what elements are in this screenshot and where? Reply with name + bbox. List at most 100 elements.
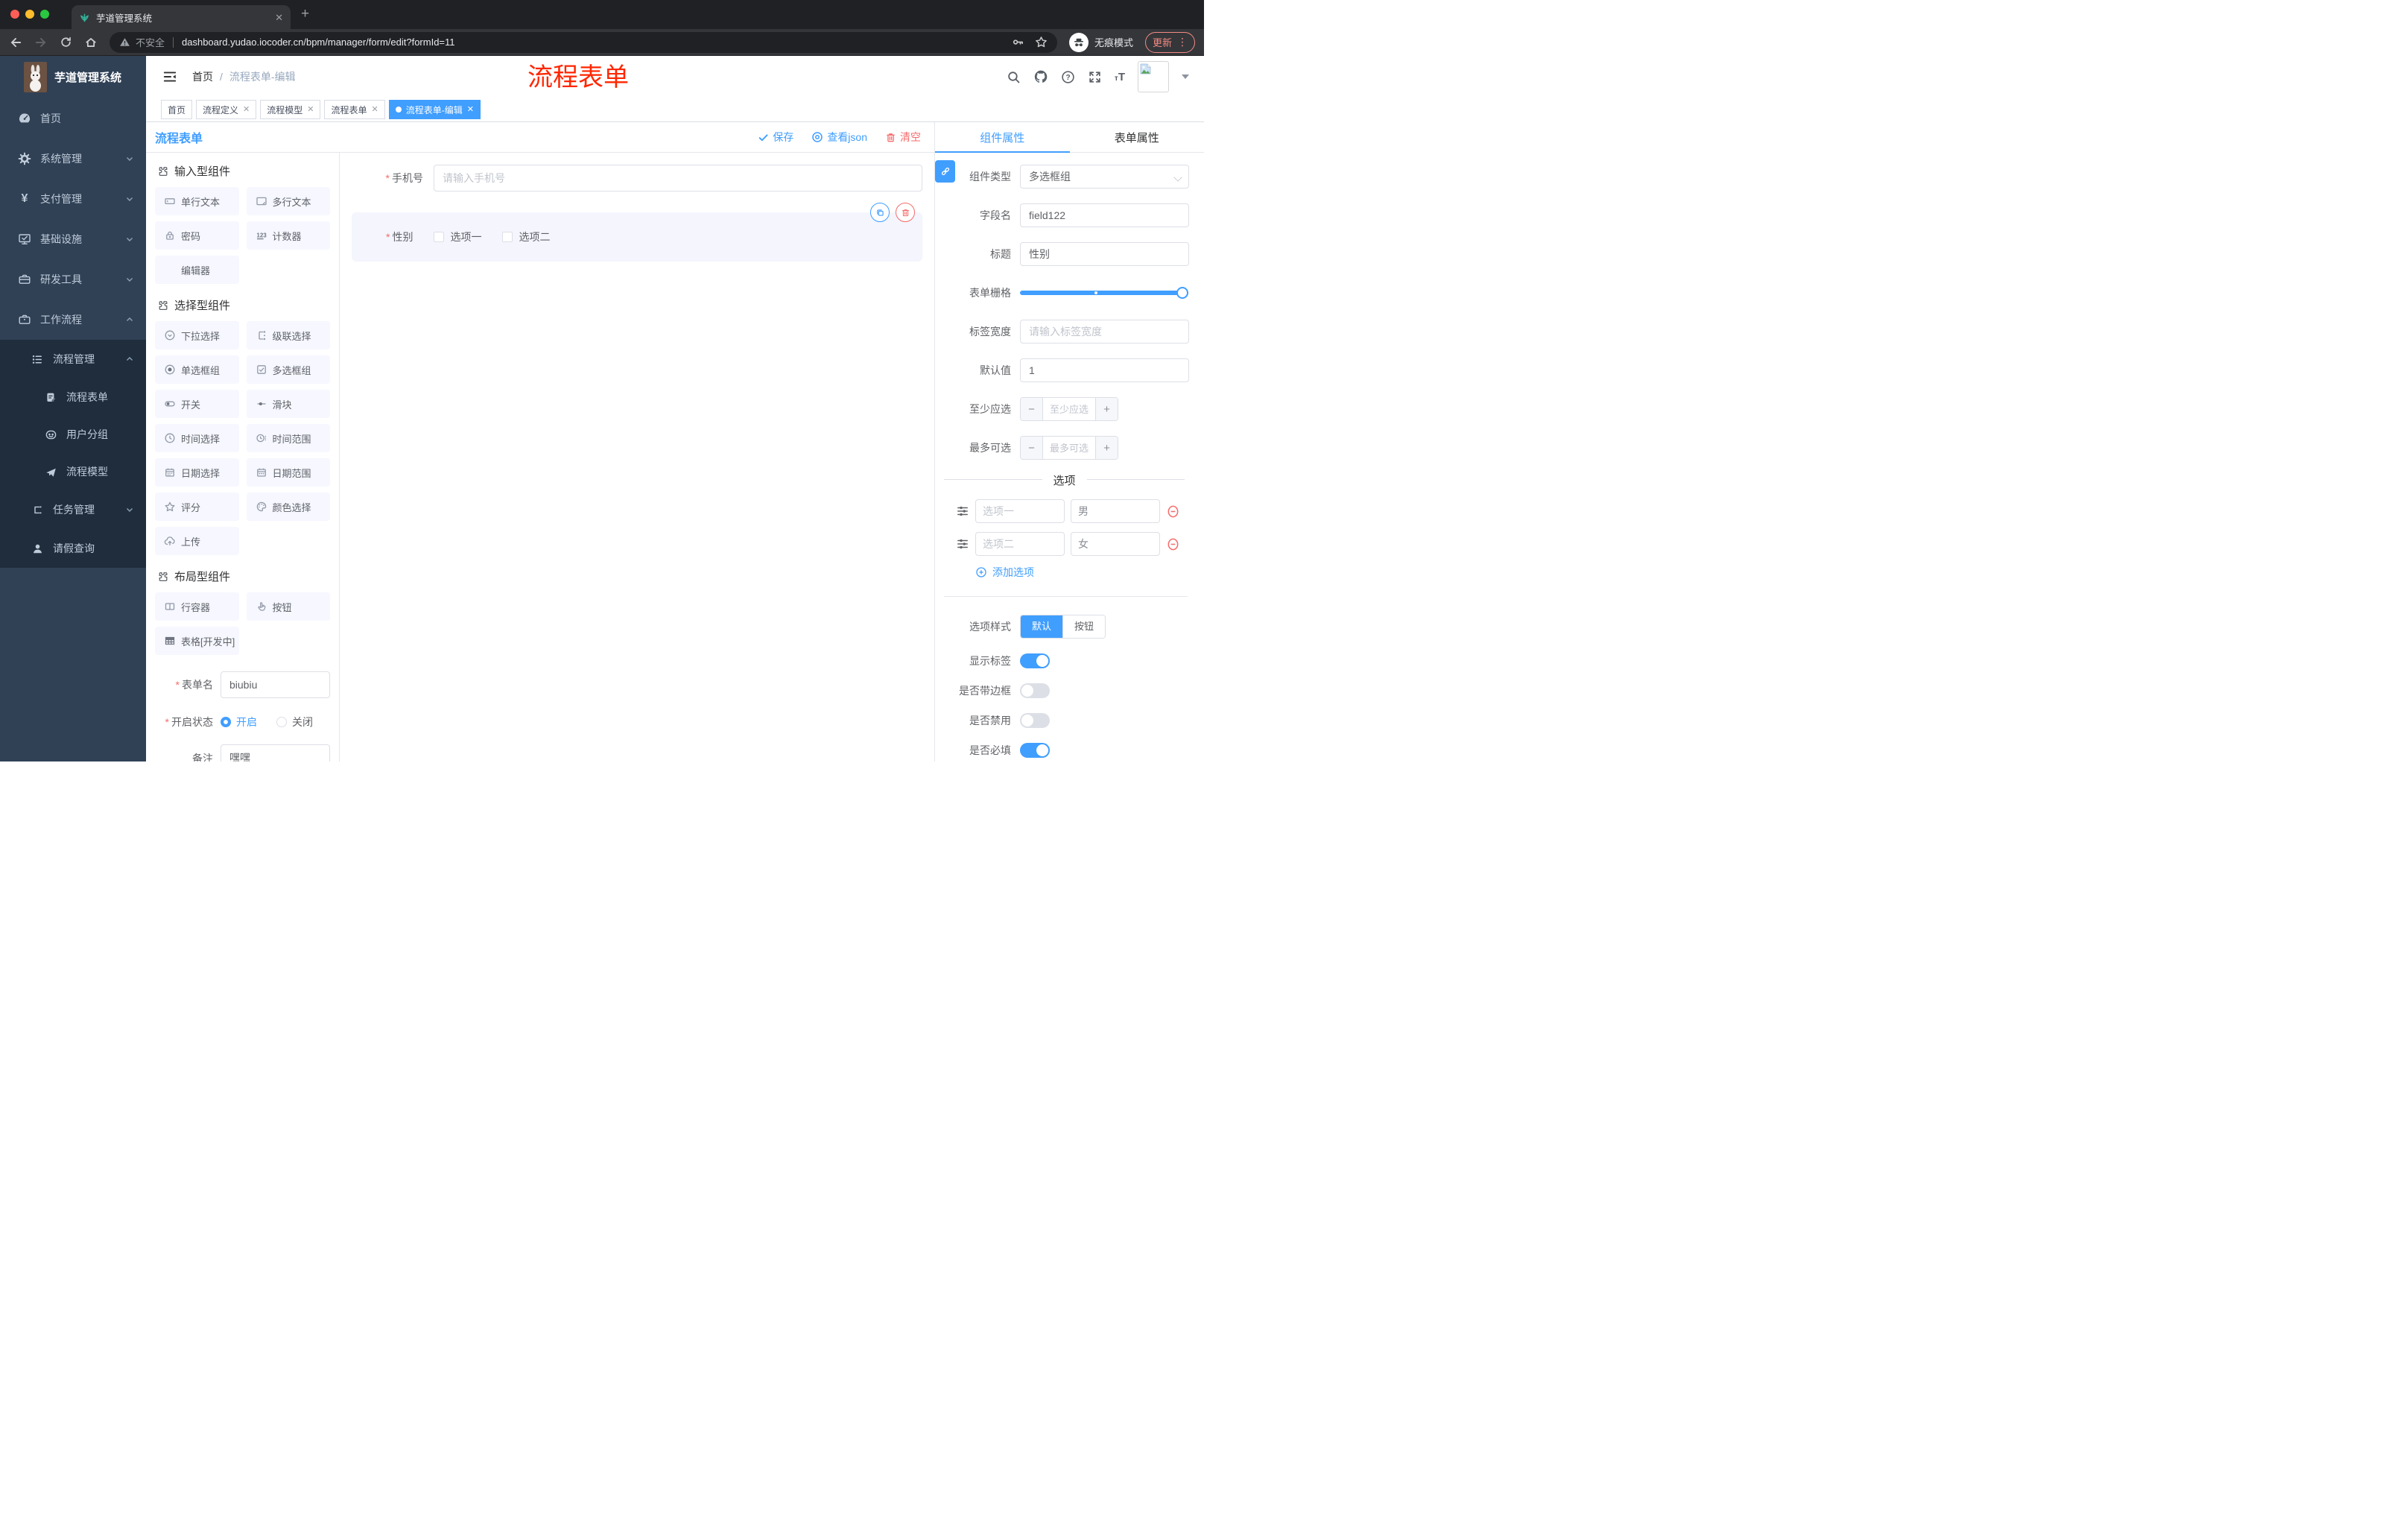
canvas-phone-field[interactable]: * 手机号 xyxy=(352,165,922,191)
component-rate[interactable]: 评分 xyxy=(155,493,239,521)
tab-close-icon[interactable]: ✕ xyxy=(275,13,283,22)
view-json-button[interactable]: 查看json xyxy=(811,130,867,145)
remove-option-icon[interactable] xyxy=(1166,504,1180,519)
component-multi-line-text[interactable]: 多行文本 xyxy=(246,187,330,215)
required-switch[interactable] xyxy=(1020,743,1050,758)
component-cascader[interactable]: 级联选择 xyxy=(246,321,330,349)
tag-process-form[interactable]: 流程表单 ✕ xyxy=(324,100,385,119)
increment-button[interactable]: + xyxy=(1095,437,1118,459)
component-upload[interactable]: 上传 xyxy=(155,527,239,555)
sidebar-item-task-manage[interactable]: 任务管理 xyxy=(0,490,146,529)
component-row-container[interactable]: 行容器 xyxy=(155,592,239,621)
remove-option-icon[interactable] xyxy=(1166,537,1180,551)
add-option-button[interactable]: 添加选项 xyxy=(975,565,1189,580)
sidebar-item-home[interactable]: 首页 xyxy=(0,98,146,139)
sidebar-item-devtools[interactable]: 研发工具 xyxy=(0,259,146,300)
component-editor[interactable]: 编辑器 xyxy=(155,256,239,284)
show-label-switch[interactable] xyxy=(1020,653,1050,668)
hamburger-icon[interactable] xyxy=(162,69,177,84)
grid-slider[interactable] xyxy=(1020,287,1188,299)
component-button[interactable]: 按钮 xyxy=(246,592,330,621)
component-slider[interactable]: 滑块 xyxy=(246,390,330,418)
component-radio-group[interactable]: 单选框组 xyxy=(155,355,239,384)
clear-button[interactable]: 清空 xyxy=(885,130,921,145)
label-width-input[interactable] xyxy=(1020,320,1189,343)
traffic-light-close-icon[interactable] xyxy=(10,10,19,19)
component-color-picker[interactable]: 颜色选择 xyxy=(246,493,330,521)
gender-option-1[interactable]: 选项一 xyxy=(434,229,481,244)
component-date-picker[interactable]: 日期选择 xyxy=(155,458,239,487)
checkbox-icon[interactable] xyxy=(434,232,445,242)
sidebar-item-process-manage[interactable]: 流程管理 xyxy=(0,340,146,379)
decrement-button[interactable]: − xyxy=(1021,437,1043,459)
sidebar-item-process-form[interactable]: 流程表单 xyxy=(0,379,146,416)
form-name-input[interactable] xyxy=(221,671,330,698)
tag-process-form-edit[interactable]: 流程表单-编辑 ✕ xyxy=(388,100,481,119)
avatar-caret-icon[interactable] xyxy=(1182,75,1189,79)
phone-input[interactable] xyxy=(434,165,922,191)
drag-handle-icon[interactable] xyxy=(956,537,969,551)
security-label[interactable]: 不安全 xyxy=(136,35,165,49)
forward-icon[interactable] xyxy=(34,36,48,49)
component-select[interactable]: 下拉选择 xyxy=(155,321,239,349)
duplicate-component-button[interactable] xyxy=(870,203,890,222)
address-bar[interactable]: 不安全 dashboard.yudao.iocoder.cn/bpm/manag… xyxy=(110,31,1057,53)
home-icon[interactable] xyxy=(84,36,98,49)
component-table[interactable]: 表格[开发中] xyxy=(155,627,239,655)
style-default-option[interactable]: 默认 xyxy=(1021,615,1063,638)
component-password[interactable]: 密码 xyxy=(155,221,239,250)
min-select-input[interactable] xyxy=(1043,398,1095,420)
gender-option-2[interactable]: 选项二 xyxy=(502,229,550,244)
kebab-menu-icon[interactable]: ⋮ xyxy=(1177,36,1188,48)
checkbox-icon[interactable] xyxy=(502,232,513,242)
disabled-switch[interactable] xyxy=(1020,713,1050,728)
canvas-selected-checkbox-group[interactable]: * 性别 选项一 选项二 xyxy=(352,203,922,262)
max-select-input[interactable] xyxy=(1043,437,1095,459)
slider-handle[interactable] xyxy=(1176,287,1188,299)
status-radio-off[interactable]: 关闭 xyxy=(276,715,313,729)
tag-home[interactable]: 首页 xyxy=(161,100,193,119)
breadcrumb-home[interactable]: 首页 xyxy=(192,69,213,84)
default-value-input[interactable] xyxy=(1020,358,1189,382)
reload-icon[interactable] xyxy=(60,36,72,48)
title-input[interactable] xyxy=(1020,242,1189,266)
style-button-option[interactable]: 按钮 xyxy=(1062,615,1106,638)
traffic-light-zoom-icon[interactable] xyxy=(40,10,49,19)
component-checkbox-group[interactable]: 多选框组 xyxy=(246,355,330,384)
drag-handle-icon[interactable] xyxy=(956,504,969,518)
close-icon[interactable]: ✕ xyxy=(243,105,250,114)
close-icon[interactable]: ✕ xyxy=(467,105,474,114)
border-switch[interactable] xyxy=(1020,683,1050,698)
sidebar-item-system[interactable]: 系统管理 xyxy=(0,139,146,179)
sidebar-item-payment[interactable]: ¥ 支付管理 xyxy=(0,179,146,219)
component-type-select[interactable]: 多选框组 xyxy=(1020,165,1189,189)
sidebar-item-process-model[interactable]: 流程模型 xyxy=(0,453,146,490)
help-icon[interactable]: ? xyxy=(1061,70,1075,84)
browser-tab[interactable]: 芋道管理系统 ✕ xyxy=(72,5,291,29)
link-handle-button[interactable] xyxy=(935,160,955,183)
tag-process-model[interactable]: 流程模型 ✕ xyxy=(260,100,321,119)
update-label[interactable]: 更新 xyxy=(1153,35,1172,49)
option-label-input[interactable] xyxy=(975,499,1065,523)
new-tab-button[interactable]: + xyxy=(301,6,309,22)
tab-component-props[interactable]: 组件属性 xyxy=(935,122,1070,152)
sidebar-item-user-group[interactable]: 用户分组 xyxy=(0,416,146,453)
delete-component-button[interactable] xyxy=(896,203,915,222)
traffic-light-minimize-icon[interactable] xyxy=(25,10,34,19)
password-key-icon[interactable] xyxy=(1012,36,1024,48)
fullscreen-icon[interactable] xyxy=(1088,70,1102,84)
increment-button[interactable]: + xyxy=(1095,398,1118,420)
status-radio-on[interactable]: 开启 xyxy=(221,715,257,729)
sidebar-item-infra[interactable]: 基础设施 xyxy=(0,219,146,259)
close-icon[interactable]: ✕ xyxy=(307,105,314,114)
component-time-picker[interactable]: 时间选择 xyxy=(155,424,239,452)
remark-textarea[interactable]: 嘿嘿 xyxy=(221,744,330,762)
avatar[interactable] xyxy=(1138,61,1169,92)
component-time-range[interactable]: 时间范围 xyxy=(246,424,330,452)
component-counter[interactable]: 123 计数器 xyxy=(246,221,330,250)
url-text[interactable]: dashboard.yudao.iocoder.cn/bpm/manager/f… xyxy=(182,37,455,48)
option-value-input[interactable] xyxy=(1071,532,1160,556)
save-button[interactable]: 保存 xyxy=(758,130,793,145)
bookmark-star-icon[interactable] xyxy=(1035,36,1048,48)
component-switch[interactable]: 开关 xyxy=(155,390,239,418)
